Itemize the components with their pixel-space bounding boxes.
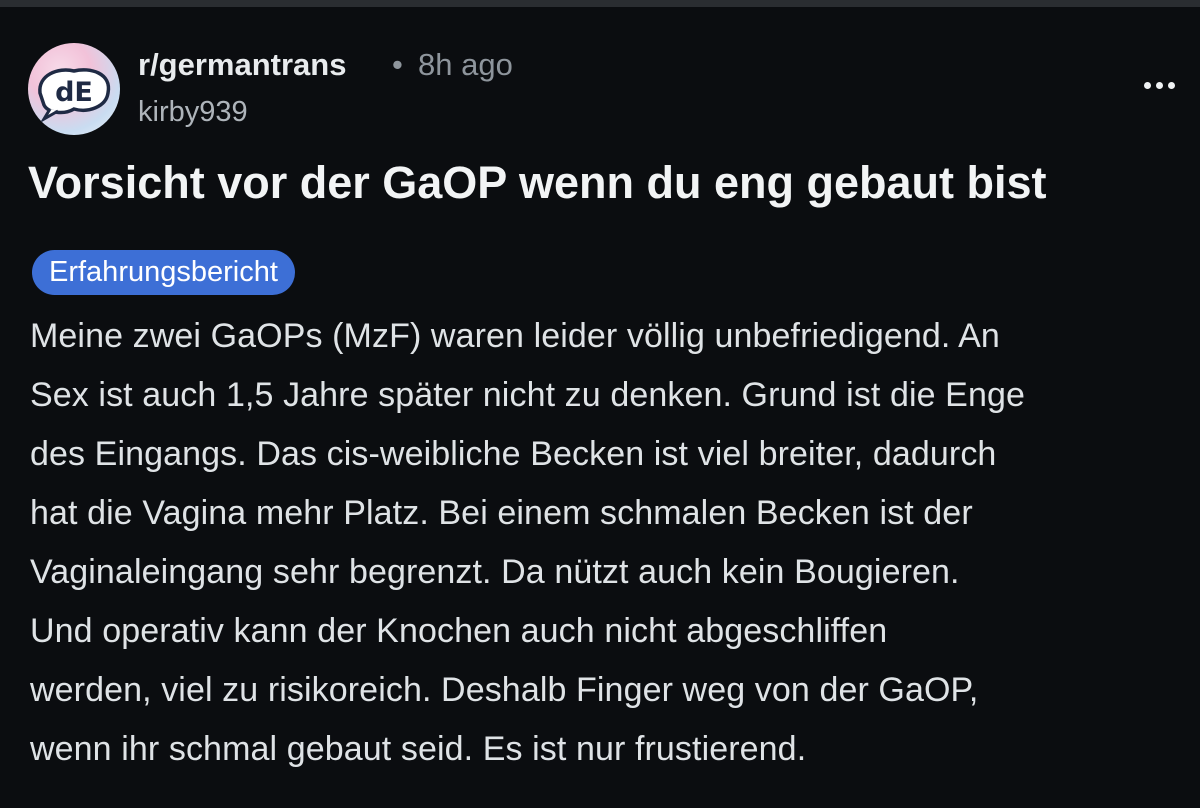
body-line: Meine zwei GaOPs (MzF) waren leider völl… bbox=[30, 317, 1000, 355]
more-dot bbox=[1167, 81, 1175, 89]
post-title[interactable]: Vorsicht vor der GaOP wenn du eng gebaut… bbox=[28, 157, 1178, 209]
body-line: werden, viel zu risikoreich. Deshalb Fin… bbox=[30, 671, 979, 709]
more-options-icon[interactable] bbox=[1136, 69, 1182, 101]
svg-text:dE: dE bbox=[55, 77, 93, 108]
post-time: 8h ago bbox=[418, 47, 513, 82]
body-line: des Eingangs. Das cis-weibliche Becken i… bbox=[30, 435, 997, 473]
subreddit-avatar-icon[interactable]: dE bbox=[28, 43, 120, 135]
body-line: Vaginaleingang sehr begrenzt. Da nützt a… bbox=[30, 553, 960, 591]
meta-separator: • bbox=[392, 47, 403, 82]
post-body: Meine zwei GaOPs (MzF) waren leider völl… bbox=[30, 307, 1190, 779]
more-dot bbox=[1155, 81, 1163, 89]
body-line: wenn ihr schmal gebaut seid. Es ist nur … bbox=[30, 730, 807, 768]
post-flair[interactable]: Erfahrungsbericht bbox=[32, 250, 295, 295]
top-border bbox=[0, 0, 1200, 7]
subreddit-name[interactable]: r/germantrans bbox=[138, 47, 346, 83]
body-line: Und operativ kann der Knochen auch nicht… bbox=[30, 612, 888, 650]
post-author[interactable]: kirby939 bbox=[138, 96, 248, 129]
more-dot bbox=[1143, 81, 1151, 89]
body-line: hat die Vagina mehr Platz. Bei einem sch… bbox=[30, 494, 973, 532]
post-card[interactable]: dE r/germantrans • 8h ago kirby939 Vorsi… bbox=[0, 7, 1200, 808]
body-line: Sex ist auch 1,5 Jahre später nicht zu d… bbox=[30, 376, 1025, 414]
